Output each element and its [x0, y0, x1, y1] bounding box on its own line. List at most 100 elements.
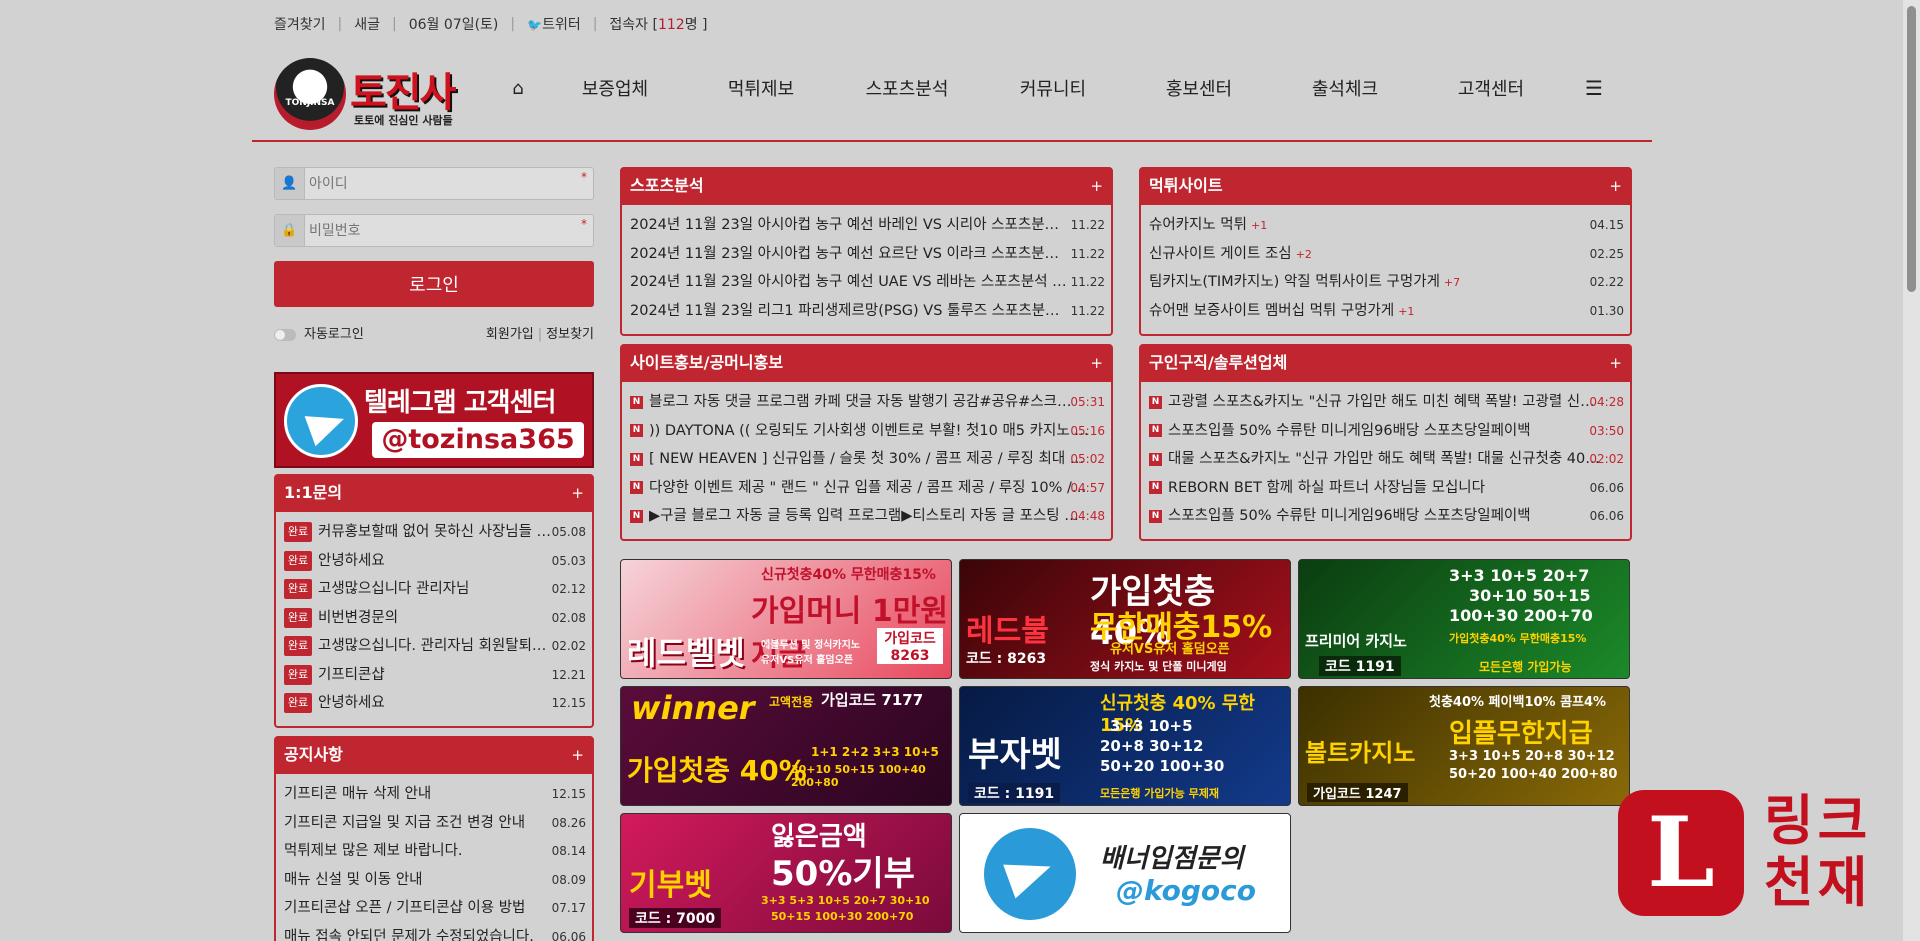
item-title[interactable]: 고생많으십니다. 관리자님 회원탈퇴… [318, 632, 546, 661]
item-title[interactable]: 커뮤홍보할때 없어 못하신 사장님들 … [318, 518, 551, 547]
item-title[interactable]: 먹튀제보 많은 제보 바랍니다. [284, 837, 463, 866]
list-item[interactable]: N REBORN BET 함께 하실 파트너 사장님들 모십니다 06.06 [1141, 474, 1630, 503]
scrollbar-thumb[interactable] [1907, 6, 1916, 292]
join-link[interactable]: 회원가입 [486, 327, 534, 342]
item-title[interactable]: 대물 스포츠&카지노 "신규 가입만 해도 혜택 폭발! 대물 신규첫충 40… [1168, 445, 1600, 474]
list-item[interactable]: 완료 고생많으십니다 관리자님 02.12 [276, 575, 592, 604]
more-button[interactable]: + [571, 476, 584, 510]
item-title[interactable]: 신규사이트 게이트 조심 [1149, 240, 1292, 269]
telegram-support-banner[interactable]: 텔레그램 고객센터 @tozinsa365 [274, 372, 594, 468]
list-item[interactable]: 완료 커뮤홍보할때 없어 못하신 사장님들 … 05.08 [276, 518, 592, 547]
more-button[interactable]: + [571, 738, 584, 772]
id-input[interactable] [309, 168, 579, 199]
list-item[interactable]: 슈어카지노 먹튀 +1 04.15 [1141, 211, 1630, 240]
item-title[interactable]: ▶구글 블로그 자동 글 등록 입력 프로그램▶티스토리 자동 글 포스팅 … [649, 502, 1079, 531]
list-item[interactable]: N 다양한 이벤트 제공 " 랜드 " 신규 입플 제공 / 콤프 제공 / 루징… [622, 474, 1111, 503]
more-button[interactable]: + [1609, 169, 1622, 203]
item-title[interactable]: 다양한 이벤트 제공 " 랜드 " 신규 입플 제공 / 콤프 제공 / 루징 … [649, 474, 1089, 503]
item-title[interactable]: 매뉴 접속 안되던 문제가 수정되었습니다. [284, 923, 534, 941]
list-item[interactable]: N 블로그 자동 댓글 프로그램 카페 댓글 자동 발행기 공감#공유#스크… 05… [622, 388, 1111, 417]
more-button[interactable]: + [1090, 169, 1103, 203]
twitter-link[interactable]: 🐦트위터 [527, 14, 581, 34]
banner-bujabet[interactable]: 신규첫충 40% 무한15% 부자벳 3+3 10+5 20+8 30+12 5… [959, 686, 1291, 806]
nav-item-promo-center[interactable]: 홍보센터 [1126, 75, 1272, 101]
list-item[interactable]: N ▶구글 블로그 자동 글 등록 입력 프로그램▶티스토리 자동 글 포스팅 …… [622, 502, 1111, 531]
list-item[interactable]: N 고광렬 스포츠&카지노 "신규 가입만 해도 미친 혜택 폭발! 고광렬 신…… [1141, 388, 1630, 417]
list-item[interactable]: N [ NEW HEAVEN ] 신규입플 / 슬롯 첫 30% / 콤프 제공 … [622, 445, 1111, 474]
item-title[interactable]: 슈어카지노 먹튀 [1149, 211, 1247, 240]
item-title[interactable]: 2024년 11월 23일 리그1 파리생제르망(PSG) VS 툴루즈 스포츠… [630, 297, 1070, 326]
list-item[interactable]: 슈어맨 보증사이트 멤버십 먹튀 구멍가게 +1 01.30 [1141, 297, 1630, 326]
password-input[interactable] [309, 215, 579, 246]
list-item[interactable]: 기프티콘샵 오픈 / 기프티콘샵 이용 방법 07.17 [276, 894, 592, 923]
item-title[interactable]: 기프티콘 매뉴 삭제 안내 [284, 780, 431, 809]
list-item[interactable]: 매뉴 접속 안되던 문제가 수정되었습니다. 06.06 [276, 923, 592, 941]
nav-item-guarantee[interactable]: 보증업체 [542, 75, 688, 101]
hamburger-icon[interactable]: ☰ [1564, 76, 1624, 100]
item-title[interactable]: 기프티콘샵 [318, 661, 385, 690]
item-title[interactable]: REBORN BET 함께 하실 파트너 사장님들 모십니다 [1168, 474, 1485, 503]
list-item[interactable]: 2024년 11월 23일 아시아컵 농구 예선 UAE VS 레바논 스포츠분… [622, 268, 1111, 297]
item-title[interactable]: 고생많으십니다 관리자님 [318, 575, 469, 604]
home-icon[interactable]: ⌂ [494, 78, 542, 99]
list-item[interactable]: 완료 안녕하세요 12.15 [276, 689, 592, 718]
site-logo[interactable]: TONJINSA 토진사 토토에 진심인 사람들 [274, 58, 474, 130]
list-item[interactable]: 2024년 11월 23일 리그1 파리생제르망(PSG) VS 툴루즈 스포츠… [622, 297, 1111, 326]
auto-login-toggle[interactable]: 자동로그인 [274, 323, 364, 342]
list-item[interactable]: 완료 비번변경문의 02.08 [276, 604, 592, 633]
item-title[interactable]: 2024년 11월 23일 아시아컵 농구 예선 바레인 VS 시리아 스포츠분… [630, 211, 1070, 240]
toggle-switch[interactable] [274, 328, 296, 341]
item-title[interactable]: )) DAYTONA (( 오링되도 기사회생 이벤트로 부활! 첫10 매5 … [649, 417, 1089, 446]
more-button[interactable]: + [1090, 346, 1103, 380]
list-item[interactable]: N 스포츠입플 50% 수류탄 미니게임96배당 스포츠당일페이백 03:50 [1141, 417, 1630, 446]
list-item[interactable]: 2024년 11월 23일 아시아컵 농구 예선 요르단 VS 이라크 스포츠분… [622, 240, 1111, 269]
banner-red-velvet[interactable]: 신규첫충40% 무한매충15% 가입머니 1만원 지급 레드벨벳 가입코드 82… [620, 559, 952, 679]
list-item[interactable]: N 대물 스포츠&카지노 "신규 가입만 해도 혜택 폭발! 대물 신규첫충 40… [1141, 445, 1630, 474]
item-title[interactable]: 팀카지노(TIM카지노) 악질 먹튀사이트 구멍가게 [1149, 268, 1440, 297]
item-title[interactable]: 고광렬 스포츠&카지노 "신규 가입만 해도 미친 혜택 폭발! 고광렬 신… [1168, 388, 1595, 417]
more-button[interactable]: + [1609, 346, 1622, 380]
banner-winner[interactable]: winner 가입코드 7177 가입첫충 40% 1+1 2+2 3+3 10… [620, 686, 952, 806]
banner-text: 모든은행 가입가능 [1479, 660, 1572, 674]
list-item[interactable]: 신규사이트 게이트 조심 +2 02.25 [1141, 240, 1630, 269]
item-title[interactable]: 매뉴 신설 및 이동 안내 [284, 866, 423, 895]
list-item[interactable]: 매뉴 신설 및 이동 안내 08.09 [276, 866, 592, 895]
nav-item-sports-analysis[interactable]: 스포츠분석 [834, 75, 980, 101]
nav-item-attendance[interactable]: 출석체크 [1272, 75, 1418, 101]
banner-premier-casino[interactable]: 3+3 10+5 20+7 30+10 50+15 100+30 200+70 … [1298, 559, 1630, 679]
nav-item-community[interactable]: 커뮤니티 [980, 75, 1126, 101]
item-title[interactable]: 비번변경문의 [318, 604, 398, 633]
nav-item-scam-report[interactable]: 먹튀제보 [688, 75, 834, 101]
list-item[interactable]: 팀카지노(TIM카지노) 악질 먹튀사이트 구멍가게 +7 02.22 [1141, 268, 1630, 297]
list-item[interactable]: 완료 안녕하세요 05.03 [276, 547, 592, 576]
banner-gibubet[interactable]: 잃은금액 50%기부 기부벳 코드 : 7000 3+3 5+3 10+5 20… [620, 813, 952, 933]
item-title[interactable]: 안녕하세요 [318, 547, 385, 576]
scrollbar[interactable] [1903, 0, 1920, 941]
list-item[interactable]: 먹튀제보 많은 제보 바랍니다. 08.14 [276, 837, 592, 866]
item-title[interactable]: 블로그 자동 댓글 프로그램 카페 댓글 자동 발행기 공감#공유#스크… [649, 388, 1072, 417]
list-item[interactable]: 완료 기프티콘샵 12.21 [276, 661, 592, 690]
nav-item-customer-center[interactable]: 고객센터 [1418, 75, 1564, 101]
banner-ad-inquiry[interactable]: 배너입점문의 @kogoco [959, 813, 1291, 933]
item-title[interactable]: 슈어맨 보증사이트 멤버십 먹튀 구멍가게 [1149, 297, 1394, 326]
banner-bolt-casino[interactable]: 첫충40% 페이백10% 콤프4% 볼트카지노 입플무한지급 3+3 10+5 … [1298, 686, 1630, 806]
item-title[interactable]: 스포츠입플 50% 수류탄 미니게임96배당 스포츠당일페이백 [1168, 502, 1531, 531]
item-title[interactable]: 스포츠입플 50% 수류탄 미니게임96배당 스포츠당일페이백 [1168, 417, 1531, 446]
list-item[interactable]: 2024년 11월 23일 아시아컵 농구 예선 바레인 VS 시리아 스포츠분… [622, 211, 1111, 240]
list-item[interactable]: N 스포츠입플 50% 수류탄 미니게임96배당 스포츠당일페이백 06.06 [1141, 502, 1630, 531]
list-item[interactable]: 완료 고생많으십니다. 관리자님 회원탈퇴… 02.02 [276, 632, 592, 661]
item-title[interactable]: 2024년 11월 23일 아시아컵 농구 예선 UAE VS 레바논 스포츠분… [630, 268, 1070, 297]
item-title[interactable]: 기프티콘 지급일 및 지급 조건 변경 안내 [284, 809, 525, 838]
bookmark-link[interactable]: 즐겨찾기 [274, 14, 326, 34]
item-title[interactable]: 기프티콘샵 오픈 / 기프티콘샵 이용 방법 [284, 894, 525, 923]
item-title[interactable]: [ NEW HEAVEN ] 신규입플 / 슬롯 첫 30% / 콤프 제공 /… [649, 445, 1089, 474]
list-item[interactable]: 기프티콘 매뉴 삭제 안내 12.15 [276, 780, 592, 809]
list-item[interactable]: N)) DAYTONA (( 오링되도 기사회생 이벤트로 부활! 첫10 매5… [622, 417, 1111, 446]
item-title[interactable]: 2024년 11월 23일 아시아컵 농구 예선 요르단 VS 이라크 스포츠분… [630, 240, 1070, 269]
item-title[interactable]: 안녕하세요 [318, 689, 385, 718]
find-info-link[interactable]: 정보찾기 [546, 327, 594, 342]
list-item[interactable]: 기프티콘 지급일 및 지급 조건 변경 안내 08.26 [276, 809, 592, 838]
login-button[interactable]: 로그인 [274, 261, 594, 307]
new-posts-link[interactable]: 새글 [354, 14, 380, 34]
banner-redbull[interactable]: 가입첫충40% 무한매충15% 레드불 코드 : 8263 유저VS유저 홀덤오… [959, 559, 1291, 679]
